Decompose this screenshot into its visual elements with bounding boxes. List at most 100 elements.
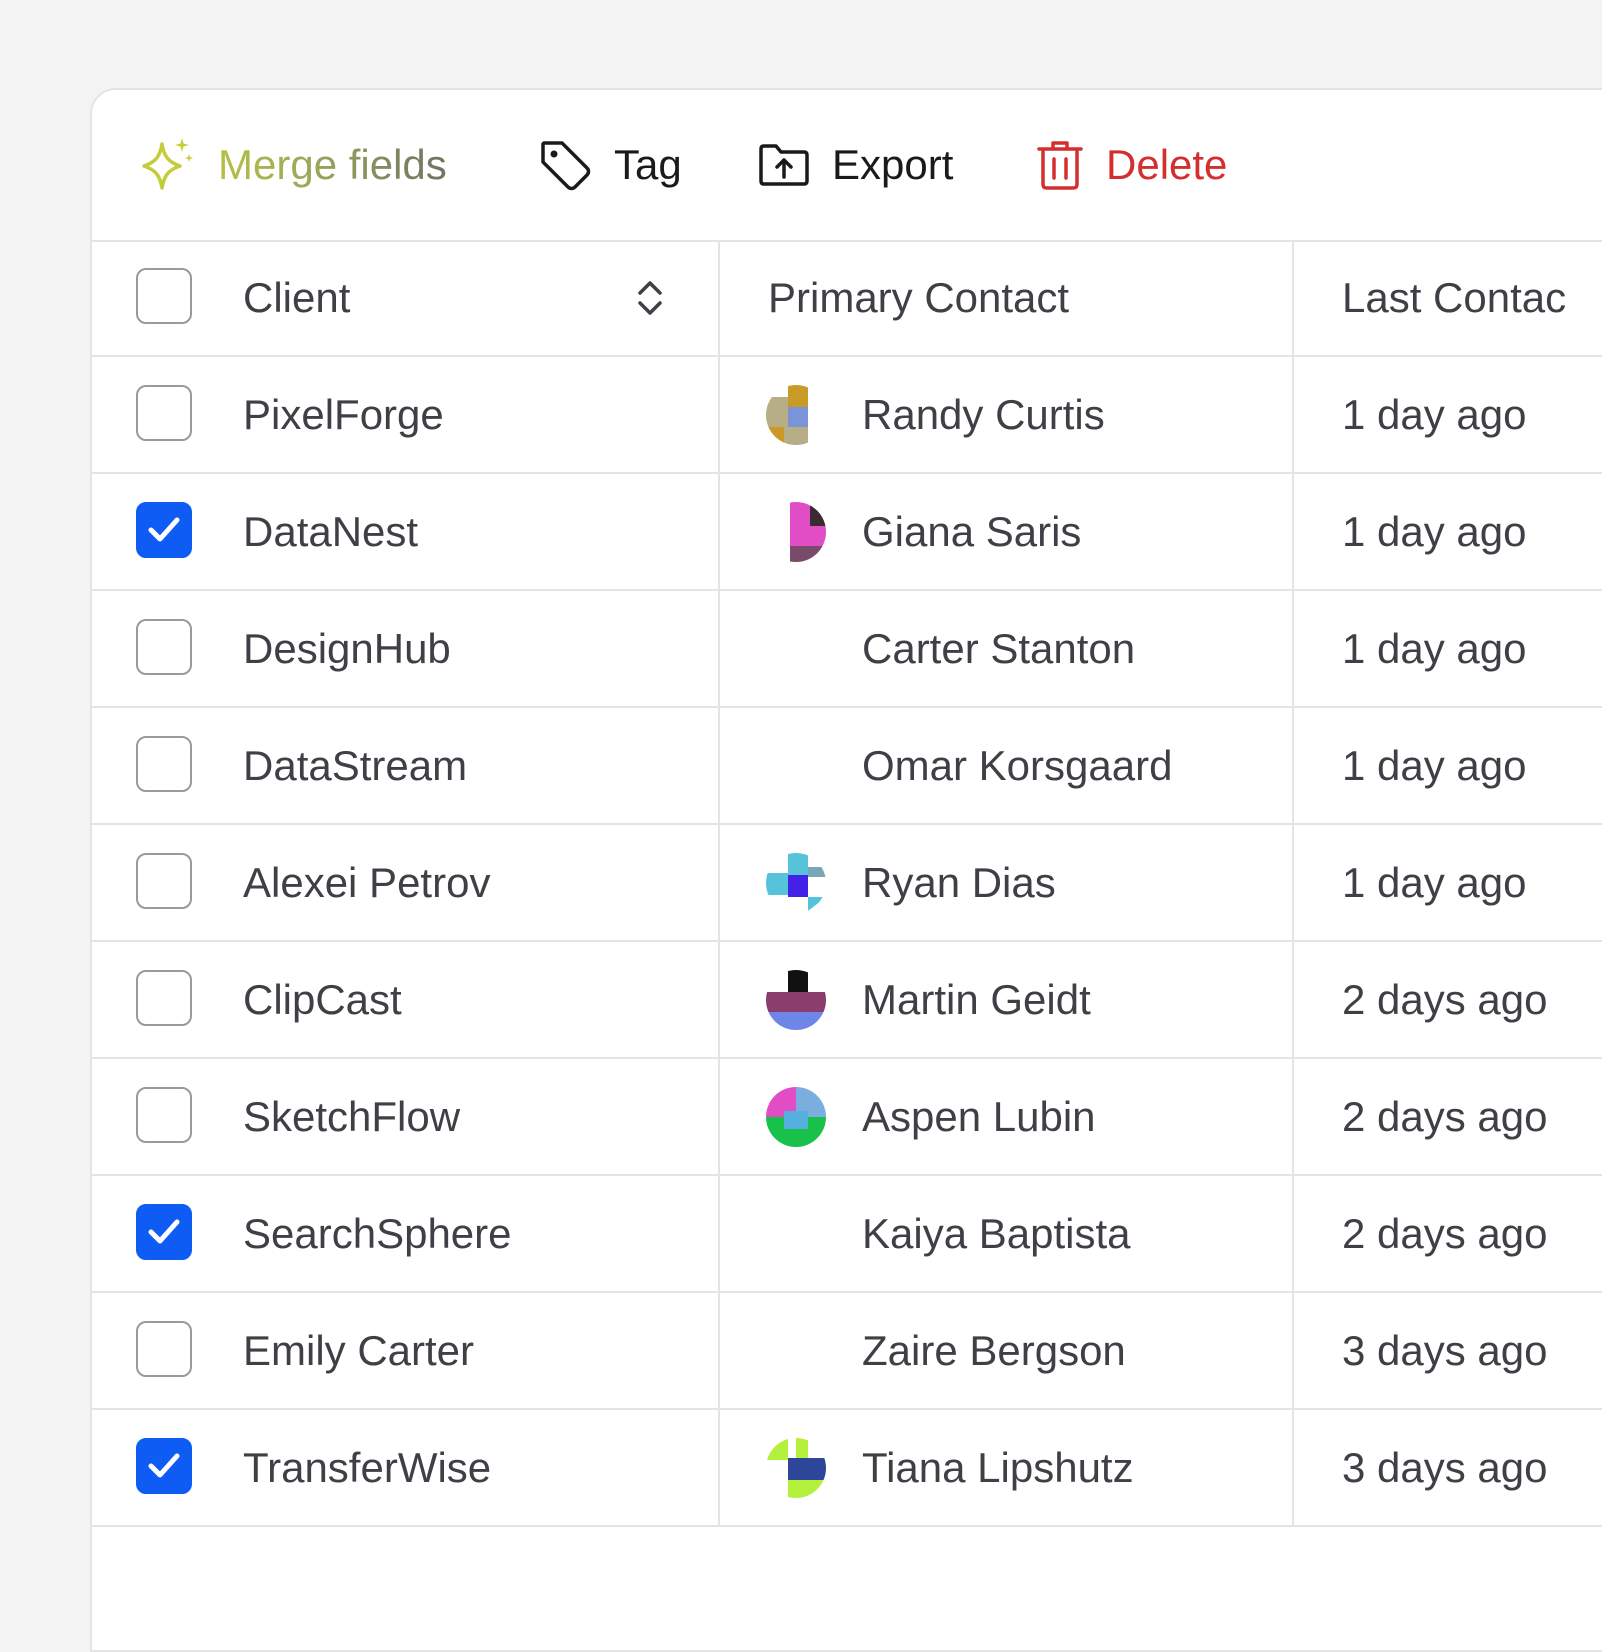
contact-name: Randy Curtis [862,391,1105,438]
table-row[interactable]: DataNest Giana Saris 1 day ago [92,474,1602,591]
avatar [766,1438,826,1498]
table-row[interactable]: Emily Carter Zaire Bergson 3 days ago [92,1293,1602,1410]
table-row[interactable]: DesignHub Carter Stanton 1 day ago [92,591,1602,708]
client-name[interactable]: TransferWise [243,1410,491,1525]
avatar [766,1087,826,1147]
client-name[interactable]: Emily Carter [243,1293,474,1408]
contact-name: Tiana Lipshutz [862,1444,1134,1491]
table-row[interactable]: Alexei Petrov Ryan Dias 1 day ago [92,825,1602,942]
client-name[interactable]: DataNest [243,474,418,589]
contact-name: Kaiya Baptista [862,1210,1131,1257]
client-name[interactable]: PixelForge [243,357,444,472]
table-row[interactable]: TransferWise Tiana Lipshutz 3 days ago [92,1410,1602,1527]
delete-label: Delete [1106,141,1228,188]
client-cell: DesignHub [92,591,720,706]
last-contacted-value: 1 day ago [1342,859,1527,906]
client-name[interactable]: ClipCast [243,942,402,1057]
client-cell: Emily Carter [92,1293,720,1408]
contact-name: Carter Stanton [862,625,1136,672]
contact-name: Giana Saris [862,508,1082,555]
row-checkbox[interactable] [136,502,192,558]
trash-icon [1037,141,1083,190]
client-cell: Alexei Petrov [92,825,720,940]
delete-button[interactable]: Delete [1036,132,1227,198]
client-cell: DataNest [92,474,720,589]
last-contacted-cell: 3 days ago [1294,1410,1602,1525]
table-row[interactable]: DataStream Omar Korsgaard 1 day ago [92,708,1602,825]
last-contacted-header-cell: Last Contac [1294,240,1602,355]
last-contacted-cell: 2 days ago [1294,1176,1602,1291]
last-contacted-value: 2 days ago [1342,1093,1548,1140]
row-checkbox[interactable] [136,736,192,792]
table-row[interactable]: ClipCast Martin Geidt 2 days ago [92,942,1602,1059]
primary-contact-cell: Omar Korsgaard [720,708,1294,823]
table-row[interactable]: SearchSphere Kaiya Baptista 2 days ago [92,1176,1602,1293]
export-button[interactable]: Export [758,132,953,198]
last-contacted-header-label: Last Contac [1342,274,1567,321]
last-contacted-value: 2 days ago [1342,976,1548,1023]
tag-button[interactable]: Tag [538,132,682,198]
row-checkbox[interactable] [136,1087,192,1143]
last-contacted-value: 3 days ago [1342,1327,1548,1374]
primary-contact-cell: Kaiya Baptista [720,1176,1294,1291]
client-name[interactable]: DesignHub [243,591,451,706]
primary-contact-cell: Randy Curtis [720,357,1294,472]
bulk-actions-toolbar: Merge fields Tag Export Delete [92,90,1602,242]
client-header-cell: Client [92,240,720,355]
clients-table-panel: Merge fields Tag Export Delete Client Pr… [90,88,1602,1652]
row-checkbox[interactable] [136,1321,192,1377]
primary-contact-cell: Tiana Lipshutz [720,1410,1294,1525]
table-row[interactable]: PixelForge Randy Curtis 1 day ago [92,357,1602,474]
last-contacted-cell: 2 days ago [1294,1059,1602,1174]
client-name[interactable]: Alexei Petrov [243,825,490,940]
primary-contact-cell: Zaire Bergson [720,1293,1294,1408]
avatar [766,970,826,1030]
row-checkbox[interactable] [136,385,192,441]
last-contacted-cell: 1 day ago [1294,825,1602,940]
last-contacted-value: 1 day ago [1342,742,1527,789]
last-contacted-cell: 1 day ago [1294,708,1602,823]
client-cell: DataStream [92,708,720,823]
client-cell: SketchFlow [92,1059,720,1174]
avatar [766,385,826,445]
last-contacted-cell: 1 day ago [1294,474,1602,589]
table-header-row: Client Primary Contact Last Contac [92,240,1602,357]
table-row[interactable]: SketchFlow Aspen Lubin 2 days ago [92,1059,1602,1176]
last-contacted-value: 1 day ago [1342,625,1527,672]
last-contacted-value: 3 days ago [1342,1444,1548,1491]
last-contacted-value: 1 day ago [1342,508,1527,555]
avatar [766,502,826,562]
client-name[interactable]: SearchSphere [243,1176,512,1291]
client-cell: TransferWise [92,1410,720,1525]
row-checkbox[interactable] [136,853,192,909]
client-cell: SearchSphere [92,1176,720,1291]
primary-contact-cell: Martin Geidt [720,942,1294,1057]
contact-name: Martin Geidt [862,976,1091,1023]
merge-fields-button[interactable]: Merge fields [138,132,447,198]
primary-contact-cell: Carter Stanton [720,591,1294,706]
client-header-label: Client [243,274,351,321]
row-checkbox[interactable] [136,970,192,1026]
contact-name: Aspen Lubin [862,1093,1096,1140]
last-contacted-value: 1 day ago [1342,391,1527,438]
tag-label: Tag [614,141,682,188]
last-contacted-cell: 1 day ago [1294,591,1602,706]
contact-name: Ryan Dias [862,859,1056,906]
sparkles-icon [142,138,193,190]
last-contacted-cell: 3 days ago [1294,1293,1602,1408]
last-contacted-cell: 2 days ago [1294,942,1602,1057]
primary-contact-header-label: Primary Contact [768,274,1070,321]
row-checkbox[interactable] [136,1204,192,1260]
last-contacted-value: 2 days ago [1342,1210,1548,1257]
client-name[interactable]: DataStream [243,708,467,823]
row-checkbox[interactable] [136,1438,192,1494]
row-checkbox[interactable] [136,619,192,675]
client-cell: ClipCast [92,942,720,1057]
select-all-checkbox[interactable] [136,268,192,324]
export-label: Export [832,141,954,188]
sort-icon[interactable] [632,278,668,318]
primary-contact-header-cell: Primary Contact [720,240,1294,355]
contact-name: Omar Korsgaard [862,742,1173,789]
client-name[interactable]: SketchFlow [243,1059,460,1174]
avatar [766,853,826,913]
